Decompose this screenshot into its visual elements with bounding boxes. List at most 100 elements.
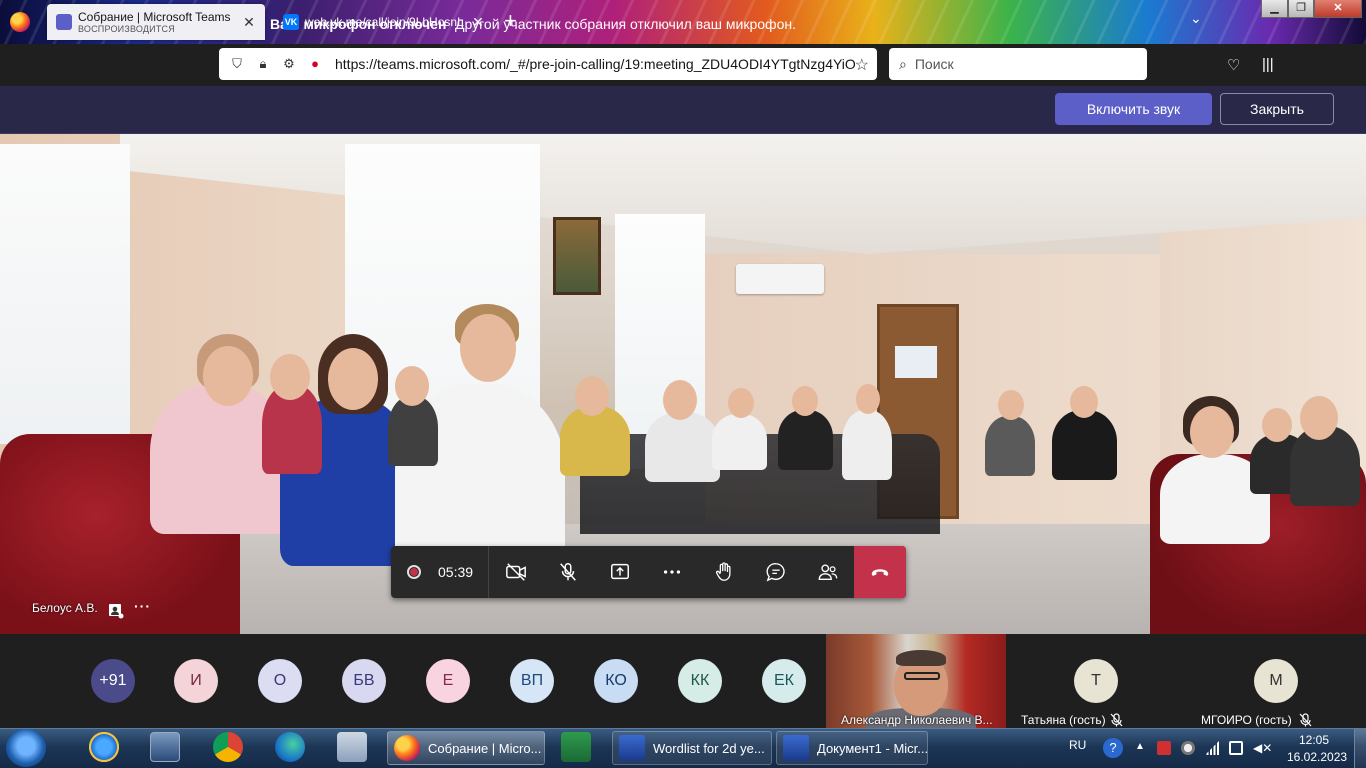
chat-button[interactable] bbox=[750, 546, 802, 598]
url-text[interactable]: https://teams.microsoft.com/_#/pre-join-… bbox=[335, 56, 855, 72]
tab-vk-call[interactable]: VK web.vk.me/call/join/9LhHosnL ✕ bbox=[274, 4, 494, 40]
audience-member-head bbox=[328, 348, 378, 410]
mic-off-button[interactable] bbox=[542, 546, 594, 598]
raise-hand-button[interactable] bbox=[698, 546, 750, 598]
antivirus-icon[interactable] bbox=[1157, 741, 1171, 755]
air-conditioner bbox=[736, 264, 824, 294]
mic-off-icon bbox=[1110, 713, 1123, 727]
close-tab-icon[interactable]: ✕ bbox=[468, 14, 488, 31]
participant-name: МГОИРО (гость) bbox=[1201, 713, 1292, 727]
taskbar-word-window[interactable]: Документ1 - Micr... bbox=[776, 731, 928, 765]
share-screen-button[interactable] bbox=[594, 546, 646, 598]
participant-avatar[interactable]: М bbox=[1254, 659, 1298, 703]
tab-playing-label: ВОСПРОИЗВОДИТСЯ bbox=[78, 24, 175, 34]
participant-glasses bbox=[904, 672, 940, 680]
firefox-logo-icon[interactable] bbox=[10, 12, 30, 32]
audience-member-head bbox=[856, 384, 880, 414]
speaker-app-icon[interactable] bbox=[337, 732, 367, 762]
door-sign bbox=[895, 346, 937, 378]
recording-icon bbox=[407, 565, 421, 579]
taskbar-firefox-window[interactable]: Собрание | Micro... bbox=[387, 731, 545, 765]
participant-avatar[interactable]: О bbox=[258, 659, 302, 703]
bookmark-star-icon[interactable]: ☆ bbox=[855, 55, 869, 75]
clock-date[interactable]: 16.02.2023 bbox=[1287, 750, 1347, 764]
participant-avatar[interactable]: ВП bbox=[510, 659, 554, 703]
participant-avatar[interactable]: И bbox=[174, 659, 218, 703]
minimize-window-button[interactable]: ▁ bbox=[1261, 0, 1288, 18]
tab-title: web.vk.me/call/join/9LhHosnL bbox=[305, 15, 464, 29]
clock-time[interactable]: 12:05 bbox=[1299, 733, 1329, 747]
taskbar-word-window[interactable]: Wordlist for 2d ye... bbox=[612, 731, 772, 765]
participants-button[interactable] bbox=[802, 546, 854, 598]
show-desktop-button[interactable] bbox=[1354, 729, 1366, 768]
maximize-window-button[interactable]: ❐ bbox=[1288, 0, 1314, 18]
firefox-icon bbox=[394, 735, 420, 761]
audience-member bbox=[388, 396, 438, 466]
lock-icon[interactable]: 🔒︎ bbox=[255, 56, 271, 72]
internet-explorer-icon[interactable] bbox=[89, 732, 119, 762]
audience-member-head bbox=[1300, 396, 1338, 440]
keyboard-language-indicator[interactable]: RU bbox=[1069, 738, 1086, 752]
audience-member bbox=[645, 412, 720, 482]
audience-member-head bbox=[460, 314, 516, 382]
more-icon bbox=[663, 570, 681, 574]
pocket-icon[interactable]: ♡ bbox=[1227, 56, 1240, 74]
people-icon bbox=[818, 564, 838, 581]
chat-icon bbox=[766, 563, 785, 582]
leave-call-button[interactable] bbox=[854, 546, 906, 598]
device-icon[interactable] bbox=[1229, 741, 1243, 755]
close-notification-button[interactable]: Закрыть bbox=[1220, 93, 1334, 125]
start-button-icon[interactable] bbox=[6, 729, 46, 767]
chrome-icon[interactable] bbox=[213, 732, 243, 762]
search-placeholder: Поиск bbox=[914, 56, 954, 72]
search-icon: ⌕ bbox=[899, 55, 907, 72]
audience-member bbox=[842, 410, 892, 480]
participant-avatar[interactable]: КО bbox=[594, 659, 638, 703]
participant-avatar[interactable]: КК bbox=[678, 659, 722, 703]
teams-audio-icon bbox=[56, 14, 72, 30]
meeting-controls-bar: 05:39 bbox=[391, 546, 906, 598]
camera-off-icon bbox=[506, 563, 526, 581]
overflow-participants-avatar[interactable]: +91 bbox=[91, 659, 135, 703]
audience-member-head bbox=[998, 390, 1024, 420]
share-screen-icon bbox=[611, 563, 629, 580]
show-hidden-icons-icon[interactable]: ▲ bbox=[1133, 741, 1147, 755]
hang-up-icon bbox=[871, 569, 889, 576]
edge-icon[interactable] bbox=[275, 732, 305, 762]
microphone-icon[interactable]: ● bbox=[307, 56, 323, 72]
participant-avatar[interactable]: Е bbox=[426, 659, 470, 703]
participant-hair bbox=[896, 650, 946, 666]
close-tab-icon[interactable]: ✕ bbox=[239, 14, 259, 31]
participant-avatar[interactable]: БВ bbox=[342, 659, 386, 703]
participant-avatar[interactable]: ЕК bbox=[762, 659, 806, 703]
unmute-button[interactable]: Включить звук bbox=[1055, 93, 1212, 125]
permissions-icon[interactable]: ⚙ bbox=[281, 56, 297, 72]
close-window-button[interactable]: ✕ bbox=[1314, 0, 1362, 18]
camera-off-button[interactable] bbox=[490, 546, 542, 598]
media-player-icon[interactable] bbox=[150, 732, 180, 762]
audience-member bbox=[778, 410, 833, 470]
address-bar[interactable]: ⛉ 🔒︎ ⚙ ● https://teams.microsoft.com/_#/… bbox=[219, 48, 877, 80]
chevron-down-icon[interactable]: ⌄ bbox=[1190, 10, 1202, 27]
more-actions-button[interactable] bbox=[646, 546, 698, 598]
help-icon[interactable]: ? bbox=[1103, 738, 1123, 758]
audience-member bbox=[712, 414, 767, 470]
new-tab-icon[interactable]: + bbox=[504, 8, 517, 34]
excel-icon[interactable] bbox=[561, 732, 591, 762]
room-window bbox=[0, 144, 130, 444]
tab-teams-meeting[interactable]: Собрание | Microsoft Teams ВОСПРОИЗВОДИТ… bbox=[47, 4, 265, 40]
library-icon[interactable]: ||| bbox=[1262, 56, 1274, 73]
camera-tray-icon[interactable] bbox=[1181, 741, 1195, 755]
shield-icon[interactable]: ⛉ bbox=[229, 56, 245, 72]
taskbar-task-label: Документ1 - Micr... bbox=[817, 740, 927, 756]
pin-participant-icon[interactable] bbox=[108, 603, 124, 619]
participant-name: Александр Николаевич В... bbox=[841, 713, 993, 727]
search-bar[interactable]: ⌕ Поиск bbox=[889, 48, 1147, 80]
volume-muted-icon[interactable]: ◀✕ bbox=[1253, 741, 1272, 755]
participant-avatar[interactable]: Т bbox=[1074, 659, 1118, 703]
audience-member bbox=[560, 406, 630, 476]
divider bbox=[488, 546, 489, 598]
speaker-more-options-icon[interactable]: ··· bbox=[134, 598, 151, 614]
audience-member-head bbox=[395, 366, 429, 406]
taskbar-task-label: Собрание | Micro... bbox=[428, 740, 542, 756]
